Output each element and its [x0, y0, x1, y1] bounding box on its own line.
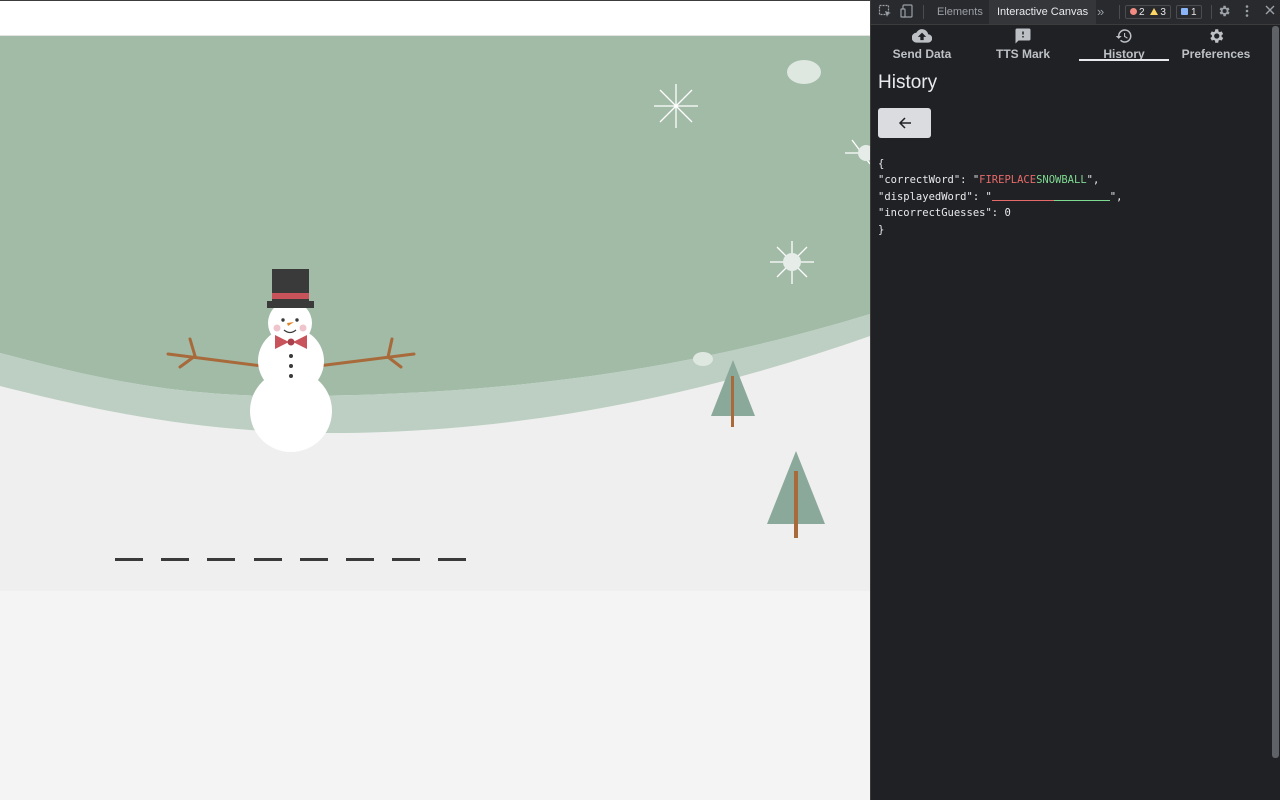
correct-word-part1: FIREPLACE — [979, 174, 1037, 187]
canvas-tab-bar: Send Data TTS Mark History Preferences — [871, 25, 1271, 65]
letter-blank — [161, 558, 190, 561]
more-tabs-button[interactable]: » — [1089, 0, 1112, 24]
feedback-icon — [988, 27, 1058, 45]
issues-badge[interactable]: 2 3 — [1125, 5, 1171, 19]
tab-label: Preferences — [1181, 47, 1251, 61]
device-toolbar-icon[interactable] — [899, 4, 915, 20]
letter-blank — [299, 558, 328, 561]
app-header — [0, 0, 870, 36]
json-key-correct-word: "correctWord": " — [878, 174, 980, 187]
letter-blank — [438, 558, 467, 561]
tab-history[interactable]: History — [1079, 25, 1169, 63]
tab-send-data[interactable]: Send Data — [887, 25, 957, 63]
tab-label: TTS Mark — [995, 47, 1050, 61]
tab-preferences[interactable]: Preferences — [1176, 25, 1256, 63]
close-icon[interactable] — [1262, 4, 1278, 20]
json-key-incorrect-guesses: "incorrectGuesses": — [878, 207, 1005, 220]
gear-icon[interactable] — [1216, 4, 1232, 20]
game-scene[interactable] — [0, 36, 870, 591]
snowflake — [654, 84, 698, 128]
gear-icon — [1176, 27, 1256, 45]
more-options-icon[interactable] — [1239, 4, 1255, 20]
displayed-word-part2-blanks — [1053, 191, 1110, 201]
tab-label: Send Data — [892, 47, 952, 61]
warning-count: 3 — [1160, 7, 1166, 18]
tab-elements[interactable]: Elements — [929, 0, 991, 24]
devtools-panel: Elements Interactive Canvas » 2 3 1 Send… — [870, 0, 1280, 800]
back-button[interactable] — [878, 108, 931, 138]
message-count: 1 — [1191, 7, 1197, 18]
sky — [0, 36, 870, 396]
cloud-upload-icon — [887, 27, 957, 45]
history-json: { "correctWord": "FIREPLACESNOWBALL", "d… — [878, 158, 1123, 236]
active-tab-indicator — [1079, 59, 1169, 61]
inspect-element-icon[interactable] — [877, 4, 893, 20]
json-close-brace: } — [878, 223, 885, 236]
displayed-word-part1-blanks — [991, 191, 1054, 201]
error-count: 2 — [1139, 7, 1145, 18]
arrow-left-icon — [897, 115, 913, 130]
scrollbar[interactable] — [1272, 26, 1279, 758]
letter-blank — [207, 558, 236, 561]
message-icon — [1181, 8, 1188, 15]
tab-tts-mark[interactable]: TTS Mark — [988, 25, 1058, 63]
word-blanks — [115, 558, 475, 562]
correct-word-part2: SNOWBALL — [1036, 174, 1087, 187]
incorrect-guesses-value: 0 — [1004, 207, 1011, 220]
warning-icon — [1150, 8, 1159, 15]
tab-interactive-canvas[interactable]: Interactive Canvas — [989, 0, 1097, 24]
json-key-displayed-word: "displayedWord": " — [878, 190, 992, 203]
json-open-brace: { — [878, 158, 885, 170]
history-icon — [1079, 27, 1169, 45]
letter-blank — [392, 558, 421, 561]
error-icon — [1130, 8, 1137, 15]
app-footer-area — [0, 591, 870, 800]
snow-blob — [787, 60, 821, 84]
letter-blank — [346, 558, 374, 561]
devtools-toolbar: Elements Interactive Canvas » 2 3 1 — [871, 0, 1280, 25]
letter-blank — [115, 558, 143, 561]
snow-blob — [693, 352, 713, 366]
app-viewport — [0, 0, 870, 800]
messages-badge[interactable]: 1 — [1176, 5, 1202, 19]
scene-illustration — [0, 36, 870, 591]
panel-title: History — [878, 72, 938, 93]
letter-blank — [253, 558, 282, 561]
